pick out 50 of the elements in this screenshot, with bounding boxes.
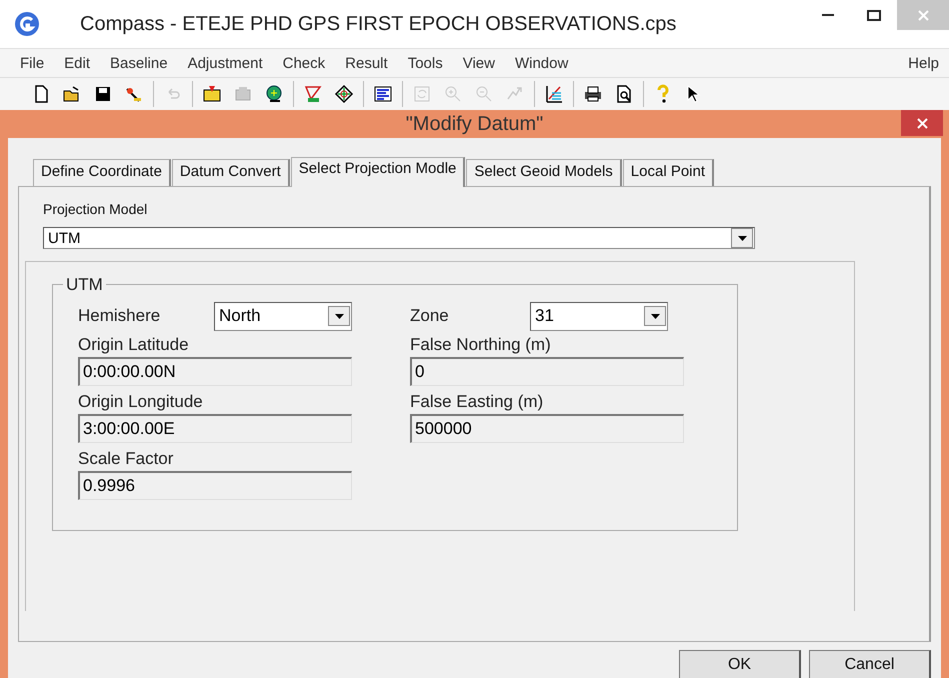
field-label: Origin Latitude bbox=[78, 335, 190, 355]
dropdown[interactable]: UTM bbox=[43, 227, 755, 249]
menu-item[interactable]: Tools bbox=[398, 54, 453, 72]
input-field[interactable]: 0 bbox=[410, 357, 684, 386]
caret-icon bbox=[334, 314, 344, 318]
dialog-button[interactable]: Cancel bbox=[809, 650, 931, 678]
input-field[interactable]: 500000 bbox=[410, 414, 684, 443]
dialog-button[interactable]: OK bbox=[679, 650, 801, 678]
menu-item[interactable]: Baseline bbox=[100, 54, 178, 72]
menu-item[interactable]: View bbox=[452, 54, 505, 72]
report-icon[interactable] bbox=[373, 84, 393, 104]
field-label: Hemishere bbox=[78, 306, 160, 326]
menu-item[interactable]: Check bbox=[272, 54, 336, 72]
dialog-title: "Modify Datum" bbox=[406, 112, 544, 136]
input-field[interactable]: 3:00:00.00E bbox=[78, 414, 352, 443]
tab[interactable]: Select Projection Modle bbox=[290, 157, 466, 187]
dropdown[interactable]: North bbox=[214, 302, 352, 330]
close-icon bbox=[918, 10, 928, 20]
input-field[interactable]: 0:00:00.00N bbox=[78, 357, 352, 386]
tab[interactable]: Define Coordinate bbox=[33, 159, 171, 186]
menu-item[interactable]: Help bbox=[898, 54, 949, 72]
input-field[interactable]: 0.9996 bbox=[78, 471, 352, 500]
close-icon bbox=[916, 118, 928, 128]
menu-item[interactable]: Window bbox=[504, 54, 578, 72]
maximize-icon bbox=[867, 10, 881, 20]
field-label: False Northing (m) bbox=[410, 335, 552, 355]
menu-item[interactable]: Edit bbox=[54, 54, 100, 72]
target-icon[interactable] bbox=[334, 84, 354, 104]
field-label: Zone bbox=[410, 306, 449, 326]
globe-icon[interactable] bbox=[264, 84, 284, 104]
print-icon[interactable] bbox=[583, 84, 603, 104]
menu-item[interactable]: Result bbox=[335, 54, 398, 72]
dropdown[interactable]: 31 bbox=[530, 302, 668, 330]
minimize-icon bbox=[822, 14, 834, 16]
field-label: Projection Model bbox=[43, 201, 148, 217]
caret-icon bbox=[650, 314, 660, 318]
window-title: Compass - ETEJE PHD GPS FIRST EPOCH OBSERVATIONS.cps bbox=[80, 12, 678, 36]
close-button[interactable] bbox=[901, 110, 943, 136]
tab[interactable]: Datum Convert bbox=[172, 159, 290, 186]
field-label: Origin Longitude bbox=[78, 392, 204, 412]
field-label: Scale Factor bbox=[78, 449, 174, 469]
field-label: False Easting (m) bbox=[410, 392, 544, 412]
import-icon[interactable] bbox=[202, 84, 222, 104]
menu-item[interactable]: File bbox=[10, 54, 54, 72]
save-icon[interactable] bbox=[93, 84, 113, 104]
menu-item[interactable]: Adjustment bbox=[178, 54, 273, 72]
tab[interactable]: Local Point bbox=[622, 159, 714, 186]
caret-icon bbox=[738, 236, 746, 240]
app-logo-icon bbox=[14, 11, 40, 37]
tab[interactable]: Select Geoid Models bbox=[466, 159, 622, 186]
